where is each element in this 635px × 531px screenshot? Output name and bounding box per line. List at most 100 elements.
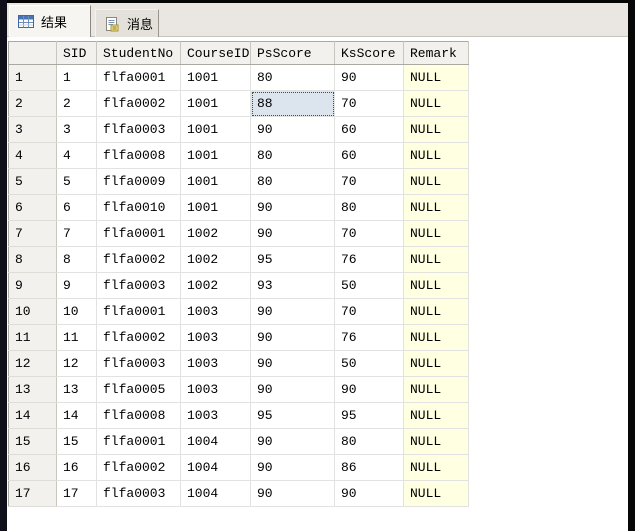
grid-cell-studentno-row8[interactable]: flfa0002 (97, 247, 181, 273)
grid-cell-sid-row15[interactable]: 15 (57, 429, 97, 455)
grid-cell-courseid-row7[interactable]: 1002 (181, 221, 251, 247)
row-header-cell[interactable]: 17 (9, 481, 57, 507)
grid-cell-courseid-row17[interactable]: 1004 (181, 481, 251, 507)
grid-cell-psscore-row5[interactable]: 80 (251, 169, 335, 195)
grid-cell-ksscore-row6[interactable]: 80 (335, 195, 404, 221)
grid-cell-remark-row11[interactable]: NULL (404, 325, 469, 351)
tab-results[interactable]: 结果 (9, 5, 91, 37)
grid-cell-psscore-row10[interactable]: 90 (251, 299, 335, 325)
column-header-ksscore[interactable]: KsScore (335, 42, 404, 65)
grid-cell-ksscore-row9[interactable]: 50 (335, 273, 404, 299)
grid-cell-psscore-row12[interactable]: 90 (251, 351, 335, 377)
grid-cell-ksscore-row3[interactable]: 60 (335, 117, 404, 143)
grid-cell-remark-row13[interactable]: NULL (404, 377, 469, 403)
grid-cell-ksscore-row1[interactable]: 90 (335, 65, 404, 91)
grid-cell-remark-row3[interactable]: NULL (404, 117, 469, 143)
grid-cell-ksscore-row12[interactable]: 50 (335, 351, 404, 377)
row-header-cell[interactable]: 7 (9, 221, 57, 247)
grid-cell-ksscore-row13[interactable]: 90 (335, 377, 404, 403)
grid-cell-psscore-row17[interactable]: 90 (251, 481, 335, 507)
corner-header-cell[interactable] (9, 42, 57, 65)
grid-cell-ksscore-row10[interactable]: 70 (335, 299, 404, 325)
column-header-psscore[interactable]: PsScore (251, 42, 335, 65)
grid-cell-courseid-row15[interactable]: 1004 (181, 429, 251, 455)
grid-cell-courseid-row2[interactable]: 1001 (181, 91, 251, 117)
grid-cell-studentno-row7[interactable]: flfa0001 (97, 221, 181, 247)
grid-cell-ksscore-row7[interactable]: 70 (335, 221, 404, 247)
row-header-cell[interactable]: 3 (9, 117, 57, 143)
grid-cell-studentno-row15[interactable]: flfa0001 (97, 429, 181, 455)
grid-cell-ksscore-row14[interactable]: 95 (335, 403, 404, 429)
grid-cell-remark-row15[interactable]: NULL (404, 429, 469, 455)
grid-cell-studentno-row13[interactable]: flfa0005 (97, 377, 181, 403)
grid-cell-courseid-row5[interactable]: 1001 (181, 169, 251, 195)
grid-cell-sid-row2[interactable]: 2 (57, 91, 97, 117)
grid-cell-remark-row12[interactable]: NULL (404, 351, 469, 377)
grid-cell-remark-row9[interactable]: NULL (404, 273, 469, 299)
grid-cell-psscore-row8[interactable]: 95 (251, 247, 335, 273)
row-header-cell[interactable]: 4 (9, 143, 57, 169)
grid-cell-sid-row1[interactable]: 1 (57, 65, 97, 91)
grid-cell-ksscore-row15[interactable]: 80 (335, 429, 404, 455)
grid-cell-courseid-row1[interactable]: 1001 (181, 65, 251, 91)
tab-messages[interactable]: 消息 (95, 9, 159, 37)
row-header-cell[interactable]: 1 (9, 65, 57, 91)
grid-cell-studentno-row2[interactable]: flfa0002 (97, 91, 181, 117)
grid-cell-sid-row4[interactable]: 4 (57, 143, 97, 169)
grid-cell-psscore-row4[interactable]: 80 (251, 143, 335, 169)
grid-cell-studentno-row11[interactable]: flfa0002 (97, 325, 181, 351)
grid-cell-psscore-row7[interactable]: 90 (251, 221, 335, 247)
grid-cell-studentno-row14[interactable]: flfa0008 (97, 403, 181, 429)
grid-cell-ksscore-row17[interactable]: 90 (335, 481, 404, 507)
grid-cell-remark-row4[interactable]: NULL (404, 143, 469, 169)
selected-cell[interactable]: 88 (251, 91, 335, 117)
row-header-cell[interactable]: 9 (9, 273, 57, 299)
column-header-courseid[interactable]: CourseID (181, 42, 251, 65)
grid-cell-courseid-row14[interactable]: 1003 (181, 403, 251, 429)
grid-cell-sid-row3[interactable]: 3 (57, 117, 97, 143)
grid-cell-psscore-row14[interactable]: 95 (251, 403, 335, 429)
grid-cell-studentno-row4[interactable]: flfa0008 (97, 143, 181, 169)
grid-cell-sid-row17[interactable]: 17 (57, 481, 97, 507)
grid-cell-sid-row5[interactable]: 5 (57, 169, 97, 195)
grid-cell-studentno-row12[interactable]: flfa0003 (97, 351, 181, 377)
grid-cell-ksscore-row11[interactable]: 76 (335, 325, 404, 351)
grid-cell-courseid-row8[interactable]: 1002 (181, 247, 251, 273)
row-header-cell[interactable]: 13 (9, 377, 57, 403)
grid-cell-sid-row8[interactable]: 8 (57, 247, 97, 273)
grid-cell-sid-row10[interactable]: 10 (57, 299, 97, 325)
grid-cell-courseid-row11[interactable]: 1003 (181, 325, 251, 351)
grid-cell-ksscore-row8[interactable]: 76 (335, 247, 404, 273)
column-header-studentno[interactable]: StudentNo (97, 42, 181, 65)
grid-cell-ksscore-row16[interactable]: 86 (335, 455, 404, 481)
grid-cell-psscore-row9[interactable]: 93 (251, 273, 335, 299)
grid-cell-sid-row9[interactable]: 9 (57, 273, 97, 299)
grid-cell-ksscore-row2[interactable]: 70 (335, 91, 404, 117)
column-header-sid[interactable]: SID (57, 42, 97, 65)
grid-cell-sid-row13[interactable]: 13 (57, 377, 97, 403)
grid-cell-remark-row14[interactable]: NULL (404, 403, 469, 429)
grid-cell-ksscore-row5[interactable]: 70 (335, 169, 404, 195)
grid-cell-courseid-row4[interactable]: 1001 (181, 143, 251, 169)
row-header-cell[interactable]: 2 (9, 91, 57, 117)
grid-cell-sid-row16[interactable]: 16 (57, 455, 97, 481)
grid-cell-sid-row6[interactable]: 6 (57, 195, 97, 221)
grid-cell-sid-row7[interactable]: 7 (57, 221, 97, 247)
grid-cell-remark-row2[interactable]: NULL (404, 91, 469, 117)
grid-cell-psscore-row11[interactable]: 90 (251, 325, 335, 351)
grid-cell-remark-row17[interactable]: NULL (404, 481, 469, 507)
grid-cell-psscore-row13[interactable]: 90 (251, 377, 335, 403)
grid-cell-courseid-row9[interactable]: 1002 (181, 273, 251, 299)
grid-cell-studentno-row1[interactable]: flfa0001 (97, 65, 181, 91)
grid-cell-sid-row11[interactable]: 11 (57, 325, 97, 351)
grid-cell-studentno-row9[interactable]: flfa0003 (97, 273, 181, 299)
grid-cell-remark-row10[interactable]: NULL (404, 299, 469, 325)
grid-cell-psscore-row1[interactable]: 80 (251, 65, 335, 91)
grid-cell-courseid-row3[interactable]: 1001 (181, 117, 251, 143)
row-header-cell[interactable]: 12 (9, 351, 57, 377)
grid-cell-remark-row5[interactable]: NULL (404, 169, 469, 195)
grid-cell-remark-row8[interactable]: NULL (404, 247, 469, 273)
grid-cell-studentno-row17[interactable]: flfa0003 (97, 481, 181, 507)
grid-cell-studentno-row16[interactable]: flfa0002 (97, 455, 181, 481)
grid-cell-studentno-row10[interactable]: flfa0001 (97, 299, 181, 325)
